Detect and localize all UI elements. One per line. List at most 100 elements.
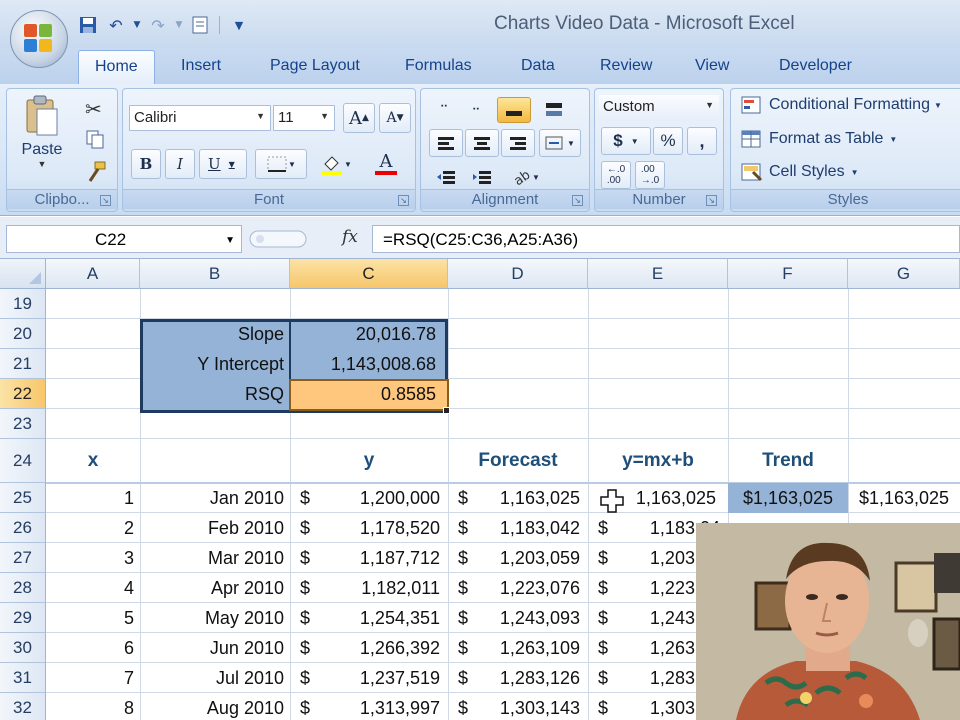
shrink-font-button[interactable]: A ▼ <box>379 103 411 133</box>
merge-center-icon[interactable]: ▼ <box>539 129 581 157</box>
grow-font-button[interactable]: A ▲ <box>343 103 375 133</box>
column-header-c[interactable]: C <box>290 259 448 289</box>
align-bottom-button[interactable] <box>497 97 531 123</box>
row-header-19[interactable]: 19 <box>0 289 46 319</box>
tab-page-layout[interactable]: Page Layout <box>270 57 360 75</box>
cell-y[interactable]: $1,266,392 <box>290 633 448 663</box>
row-header-32[interactable]: 32 <box>0 693 46 720</box>
cell-forecast[interactable]: $1,303,143 <box>448 693 588 720</box>
font-size-combo[interactable]: 11 ▼ <box>273 105 335 131</box>
tab-developer[interactable]: Developer <box>779 57 852 75</box>
percent-button[interactable]: % <box>653 127 683 155</box>
tab-view[interactable]: View <box>695 57 729 75</box>
cell-forecast[interactable]: $1,163,025 <box>448 483 588 513</box>
cell-trend[interactable]: $1,163,025 <box>728 483 848 513</box>
stat-value-slope[interactable]: 20,016.78 <box>290 319 448 349</box>
cell-x[interactable]: 4 <box>46 573 140 603</box>
number-format-combo[interactable]: Custom ▼ <box>599 95 719 121</box>
select-all-button[interactable] <box>0 259 46 289</box>
comma-button[interactable]: , <box>687 127 717 155</box>
clipboard-launcher-icon[interactable]: ↘ <box>100 195 111 206</box>
borders-button[interactable]: ▼ <box>255 149 307 179</box>
tab-insert[interactable]: Insert <box>181 57 221 75</box>
tab-review[interactable]: Review <box>600 57 652 75</box>
cell-forecast[interactable]: $1,203,059 <box>448 543 588 573</box>
decrease-decimal-icon[interactable]: .00 →.0 <box>635 161 665 189</box>
cell-y[interactable]: $1,313,997 <box>290 693 448 720</box>
row-header-28[interactable]: 28 <box>0 573 46 603</box>
formula-input[interactable]: =RSQ(C25:C36,A25:A36) <box>372 225 960 253</box>
row-header-21[interactable]: 21 <box>0 349 46 379</box>
cell-forecast[interactable]: $1,223,076 <box>448 573 588 603</box>
column-header-a[interactable]: A <box>46 259 140 289</box>
stat-label-intercept[interactable]: Y Intercept <box>140 349 290 379</box>
row-header-22[interactable]: 22 <box>0 379 46 409</box>
cell-date[interactable]: Aug 2010 <box>140 693 290 720</box>
undo-icon[interactable]: ↶ <box>104 13 128 37</box>
font-launcher-icon[interactable]: ↘ <box>398 195 409 206</box>
font-color-button[interactable]: A <box>363 149 409 179</box>
cell-x[interactable]: 8 <box>46 693 140 720</box>
cell-date[interactable]: May 2010 <box>140 603 290 633</box>
number-launcher-icon[interactable]: ↘ <box>706 195 717 206</box>
cell-y[interactable]: $1,187,712 <box>290 543 448 573</box>
save-icon[interactable] <box>76 13 100 37</box>
font-name-combo[interactable]: Calibri ▼ <box>129 105 271 131</box>
cell-x[interactable]: 5 <box>46 603 140 633</box>
stat-value-rsq[interactable]: 0.8585 <box>290 379 448 409</box>
stat-value-intercept[interactable]: 1,143,008.68 <box>290 349 448 379</box>
cell-forecast[interactable]: $1,183,042 <box>448 513 588 543</box>
cell-y[interactable]: $1,200,000 <box>290 483 448 513</box>
cell-x[interactable]: 1 <box>46 483 140 513</box>
row-header-29[interactable]: 29 <box>0 603 46 633</box>
row-header-23[interactable]: 23 <box>0 409 46 439</box>
name-box[interactable]: C22 ▼ <box>6 225 242 253</box>
cell-g[interactable]: $1,163,025 <box>848 483 960 513</box>
column-header-b[interactable]: B <box>140 259 290 289</box>
row-header-26[interactable]: 26 <box>0 513 46 543</box>
format-as-table-button[interactable]: Format as Table ▼ <box>741 129 897 149</box>
cell-y[interactable]: $1,254,351 <box>290 603 448 633</box>
cell-y[interactable]: $1,182,011 <box>290 573 448 603</box>
row-header-30[interactable]: 30 <box>0 633 46 663</box>
undo-dropdown-icon[interactable]: ▼ <box>132 13 142 37</box>
column-header-e[interactable]: E <box>588 259 728 289</box>
align-middle-icon[interactable]: ⠒ <box>461 97 491 123</box>
tab-formulas[interactable]: Formulas <box>405 57 472 75</box>
bold-button[interactable]: B <box>131 149 161 179</box>
cell-x[interactable]: 2 <box>46 513 140 543</box>
row-header-25[interactable]: 25 <box>0 483 46 513</box>
cell-date[interactable]: Jul 2010 <box>140 663 290 693</box>
align-center-icon[interactable] <box>465 129 499 157</box>
column-header-g[interactable]: G <box>848 259 960 289</box>
insert-function-icon[interactable]: fx <box>342 227 358 247</box>
column-header-f[interactable]: F <box>728 259 848 289</box>
align-top-icon[interactable]: ⠉ <box>429 97 459 123</box>
redo-dropdown-icon[interactable]: ▼ <box>174 13 184 37</box>
underline-button[interactable]: U ▼ <box>199 149 247 179</box>
cell-y[interactable]: $1,237,519 <box>290 663 448 693</box>
format-painter-icon[interactable] <box>85 161 107 183</box>
cell-date[interactable]: Jun 2010 <box>140 633 290 663</box>
header-forecast[interactable]: Forecast <box>448 446 588 476</box>
row-header-31[interactable]: 31 <box>0 663 46 693</box>
stat-label-rsq[interactable]: RSQ <box>140 379 290 409</box>
row-header-27[interactable]: 27 <box>0 543 46 573</box>
alignment-launcher-icon[interactable]: ↘ <box>572 195 583 206</box>
cut-icon[interactable]: ✂ <box>85 97 102 122</box>
row-header-24[interactable]: 24 <box>0 439 46 483</box>
italic-button[interactable]: I <box>165 149 195 179</box>
orientation-icon[interactable] <box>539 97 569 123</box>
currency-button[interactable]: $ ▼ <box>601 127 651 155</box>
cell-date[interactable]: Mar 2010 <box>140 543 290 573</box>
tab-home[interactable]: Home <box>78 50 155 84</box>
cell-date[interactable]: Feb 2010 <box>140 513 290 543</box>
align-left-icon[interactable] <box>429 129 463 157</box>
cell-x[interactable]: 6 <box>46 633 140 663</box>
redo-icon[interactable]: ↷ <box>146 13 170 37</box>
row-header-20[interactable]: 20 <box>0 319 46 349</box>
print-preview-icon[interactable] <box>188 13 212 37</box>
header-trend[interactable]: Trend <box>728 446 848 476</box>
column-header-d[interactable]: D <box>448 259 588 289</box>
splitter-handle-icon[interactable] <box>248 225 308 253</box>
